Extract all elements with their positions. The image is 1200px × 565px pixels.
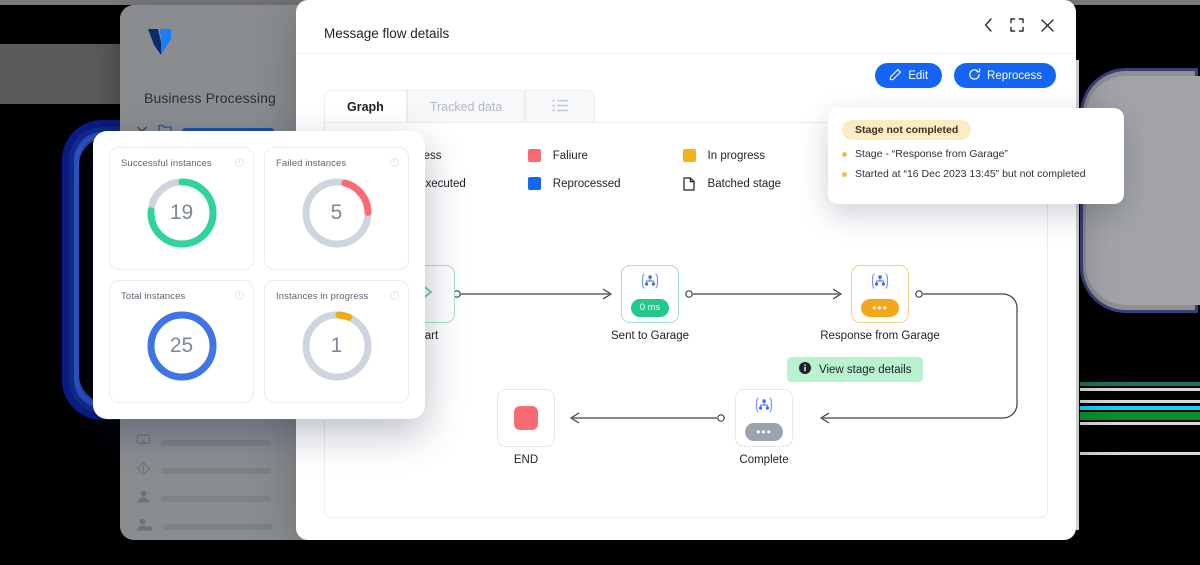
info-filled-icon — [799, 362, 811, 377]
graph-node-end-label: END — [513, 454, 539, 466]
decor-stripe — [1080, 406, 1200, 410]
graph-node-sent-badge: 0 ms — [630, 298, 670, 317]
app-title: Business Processing — [144, 90, 276, 106]
stat-card-successful-instances: Successful instances i 19 — [109, 147, 254, 270]
monitor-icon — [136, 433, 151, 452]
window-controls — [984, 18, 1054, 32]
graph-node-complete-badge: ••• — [745, 422, 783, 441]
tab-graph-label: Graph — [347, 100, 384, 114]
instances-stats-panel: Successful instances i 19 Failed instanc… — [93, 131, 425, 419]
sidebar-item-label-placeholder — [161, 468, 271, 474]
refresh-icon — [968, 67, 981, 84]
graph-node-response-from-garage[interactable]: ••• Response from Garage — [820, 265, 940, 342]
stat-card-instances-in-progress: Instances in progress i 1 — [264, 280, 409, 403]
graph-node-end[interactable]: END — [497, 389, 555, 466]
decor-stripe — [1080, 422, 1200, 425]
view-stage-details-tooltip[interactable]: View stage details — [787, 357, 924, 382]
graph-node-response-badge: ••• — [861, 298, 899, 317]
decor-stripe — [1080, 400, 1200, 403]
stat-card-total-instances: Total instances i 25 — [109, 280, 254, 403]
donut-chart-in-progress: 1 — [299, 308, 375, 384]
stat-card-title: Failed instances — [276, 158, 347, 169]
modal-header: Message flow details — [296, 0, 1076, 54]
stat-card-value: 5 — [330, 201, 343, 224]
info-icon[interactable]: i — [235, 158, 244, 167]
stat-card-value: 19 — [169, 201, 194, 224]
graph-node-complete[interactable]: ••• Complete — [735, 389, 793, 466]
edit-button[interactable]: Edit — [875, 63, 943, 88]
stat-card-title: Successful instances — [121, 158, 212, 169]
user-settings-icon — [136, 517, 153, 537]
popover-line: Stage - “Response from Garage” — [842, 148, 1110, 160]
sidebar-item-label-placeholder — [161, 439, 271, 446]
sitemap-icon — [869, 272, 891, 295]
sidebar-item-monitor[interactable] — [136, 433, 271, 452]
reprocess-button-label: Reprocess — [987, 69, 1042, 82]
stop-square-icon — [514, 406, 538, 430]
decor-stripe — [1080, 452, 1200, 455]
sitemap-icon — [753, 396, 775, 419]
tab-bar: Graph Tracked data — [324, 90, 596, 123]
tab-list-view[interactable] — [525, 90, 596, 123]
tab-tracked-data-label: Tracked data — [429, 100, 503, 114]
graph-node-sent-to-garage[interactable]: 0 ms Sent to Garage — [611, 265, 689, 342]
sidebar-item-user[interactable] — [136, 489, 271, 509]
graph-node-complete-label: Complete — [739, 454, 789, 466]
decor-stripe — [1080, 412, 1200, 420]
view-stage-details-label: View stage details — [819, 363, 912, 376]
popover-line-text: Started at “16 Dec 2023 13:45” but not c… — [855, 168, 1086, 180]
stat-card-failed-instances: Failed instances i 5 — [264, 147, 409, 270]
popover-line-text: Stage - “Response from Garage” — [855, 148, 1008, 160]
stat-card-value: 1 — [330, 334, 343, 357]
decor-stripe — [1080, 388, 1200, 391]
diamond-icon — [136, 461, 151, 481]
logo-icon — [144, 25, 178, 59]
back-icon[interactable] — [984, 18, 993, 32]
stat-card-title: Instances in progress — [276, 291, 369, 302]
reprocess-button[interactable]: Reprocess — [954, 63, 1056, 88]
expand-icon[interactable] — [1010, 18, 1024, 32]
modal-actions: Edit Reprocess — [875, 63, 1056, 88]
status-badge: Stage not completed — [842, 120, 972, 140]
stat-card-title: Total instances — [121, 291, 186, 302]
sidebar-item-diamond[interactable] — [136, 461, 271, 481]
stat-card-value: 25 — [169, 334, 194, 357]
list-icon — [552, 99, 569, 115]
sidebar-item-label-placeholder — [161, 496, 271, 502]
bullet-dot-icon — [842, 151, 847, 157]
edit-icon — [889, 68, 902, 84]
graph-node-sent-label: Sent to Garage — [611, 330, 689, 342]
donut-chart-successful: 19 — [144, 175, 220, 251]
info-icon[interactable]: i — [390, 158, 399, 167]
decor-stripe — [1080, 382, 1200, 386]
bullet-dot-icon — [842, 171, 847, 177]
graph-node-response-label: Response from Garage — [820, 330, 940, 342]
tab-tracked-data[interactable]: Tracked data — [406, 90, 526, 123]
sitemap-icon — [639, 272, 661, 295]
page-title: Message flow details — [324, 26, 450, 41]
info-icon[interactable]: i — [235, 291, 244, 300]
user-icon — [136, 489, 151, 509]
sidebar-item-label-placeholder — [163, 524, 273, 530]
info-icon[interactable]: i — [390, 291, 399, 300]
sidebar-item-user-settings[interactable] — [136, 517, 273, 537]
stage-warning-popover: Stage not completed Stage - “Response fr… — [828, 108, 1124, 204]
close-icon[interactable] — [1041, 18, 1054, 32]
tab-graph[interactable]: Graph — [324, 90, 407, 123]
popover-line: Started at “16 Dec 2023 13:45” but not c… — [842, 168, 1110, 180]
edit-button-label: Edit — [908, 69, 929, 82]
donut-chart-failed: 5 — [299, 175, 375, 251]
screenshot-root: Business Processing Message flow details… — [0, 0, 1200, 565]
donut-chart-total: 25 — [144, 308, 220, 384]
